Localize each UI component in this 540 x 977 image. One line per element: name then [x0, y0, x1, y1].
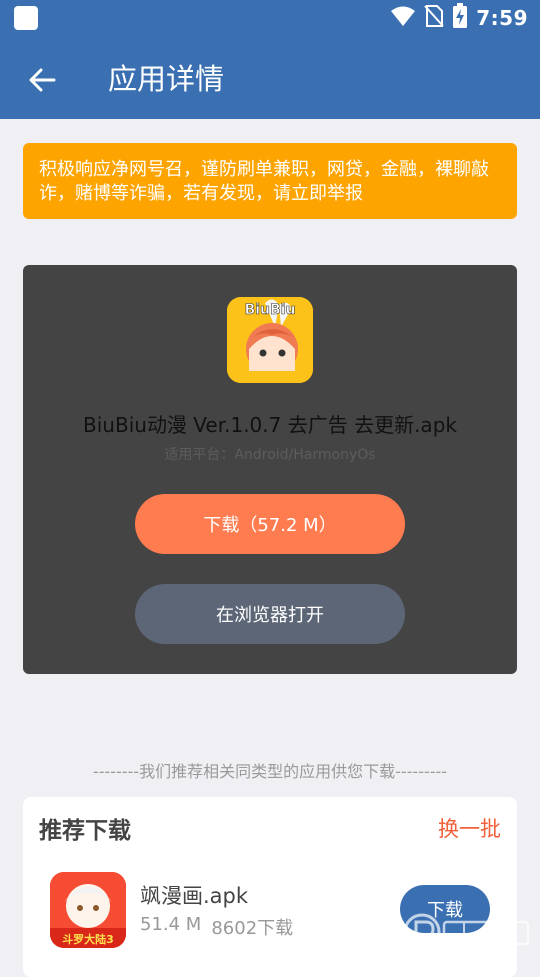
download-button[interactable]: 下载（57.2 M） — [135, 494, 405, 554]
watermark-logo — [402, 910, 534, 954]
refresh-batch-button[interactable]: 换一批 — [438, 813, 501, 843]
page-title: 应用详情 — [108, 62, 225, 96]
arrow-left-icon — [29, 68, 56, 92]
recommended-app-meta: 51.4 M 8602下载 — [140, 914, 293, 940]
wifi-icon — [390, 5, 416, 31]
recommended-app-downloads: 8602下载 — [211, 918, 294, 939]
app-platform: 适用平台：Android/HarmonyOs — [164, 447, 376, 463]
recommended-app-icon-text: 斗罗大陆3 — [62, 932, 114, 946]
anti-fraud-warning: 积极响应净网号召，谨防刷单兼职，网贷，金融，裸聊敲诈，赌博等诈骗，若有发现，请立… — [23, 143, 517, 219]
status-time: 7:59 — [476, 6, 528, 30]
battery-charging-icon — [452, 3, 468, 33]
recommended-app-icon: 斗罗大陆3 — [50, 872, 126, 948]
recommend-hint: --------我们推荐相关同类型的应用供您下载--------- — [92, 762, 448, 781]
open-in-browser-button[interactable]: 在浏览器打开 — [135, 584, 405, 644]
recommend-title: 推荐下载 — [39, 818, 131, 844]
app-name: BiuBiu动漫 Ver.1.0.7 去广告 去更新.apk — [83, 413, 457, 437]
app-icon-text: BiuBiu — [245, 302, 296, 318]
app-bar: 7:59 应用详情 — [0, 0, 540, 119]
recommended-app-name: 飒漫画.apk — [140, 884, 249, 908]
app-icon: BiuBiu — [227, 297, 313, 383]
app-detail-card: BiuBiu BiuBiu动漫 Ver.1.0.7 去广告 去更新.apk 适用… — [23, 265, 517, 674]
notification-icon — [14, 6, 38, 30]
no-sim-icon — [424, 4, 444, 32]
status-bar: 7:59 — [390, 3, 528, 33]
back-button[interactable] — [26, 64, 58, 96]
recommended-app-size: 51.4 M — [140, 914, 202, 935]
